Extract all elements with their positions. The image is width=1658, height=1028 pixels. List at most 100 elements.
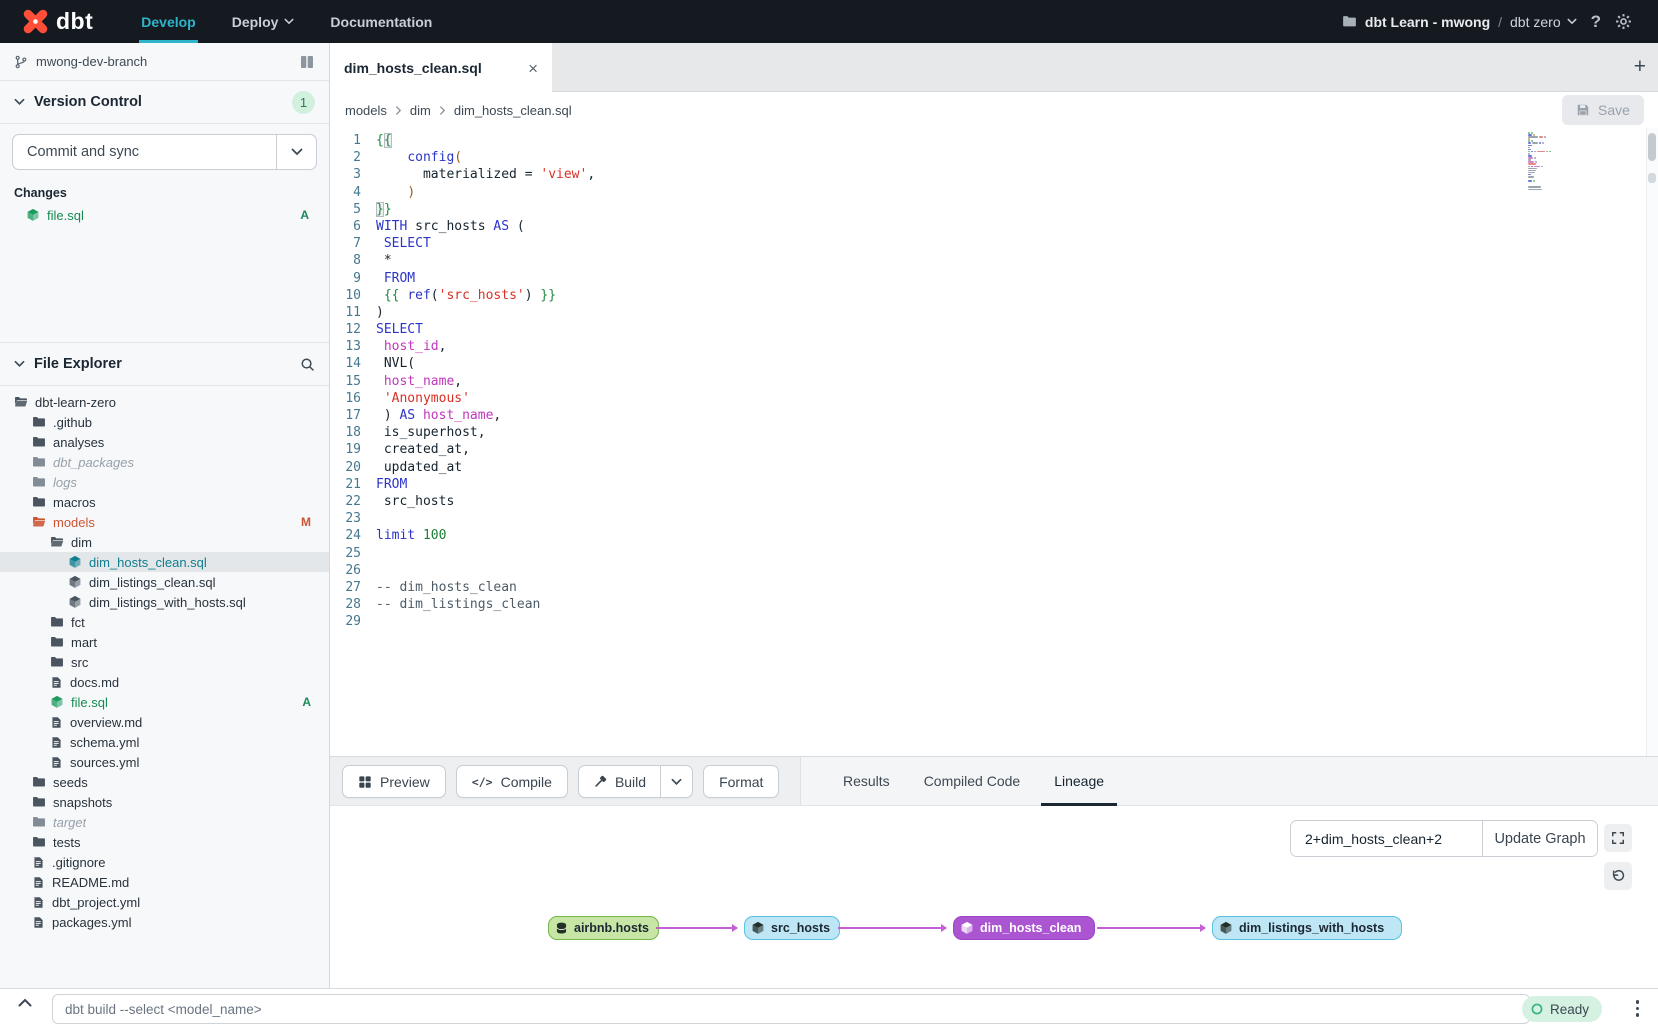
code-line-28[interactable]: 28-- dim_listings_clean: [330, 597, 1658, 614]
tree-item-fct[interactable]: fct: [0, 612, 329, 632]
code-line-6[interactable]: 6WITH src_hosts AS (: [330, 219, 1658, 236]
tree-item-logs[interactable]: logs: [0, 472, 329, 492]
code-line-10[interactable]: 10 {{ ref('src_hosts') }}: [330, 288, 1658, 305]
tree-item-dim-listings-with-hosts-sql[interactable]: dim_listings_with_hosts.sql: [0, 592, 329, 612]
file-explorer-header[interactable]: File Explorer: [0, 343, 329, 385]
gear-icon[interactable]: [1615, 13, 1632, 30]
minimap[interactable]: [1528, 132, 1558, 193]
code-line-7[interactable]: 7 SELECT: [330, 236, 1658, 253]
compile-button[interactable]: </> Compile: [456, 765, 568, 798]
close-icon[interactable]: ×: [528, 60, 538, 77]
code-line-21[interactable]: 21FROM: [330, 477, 1658, 494]
tab-dim-hosts-clean[interactable]: dim_hosts_clean.sql ×: [330, 43, 552, 93]
code-line-17[interactable]: 17 ) AS host_name,: [330, 408, 1658, 425]
help-button[interactable]: ?: [1591, 12, 1601, 32]
tree-item-src[interactable]: src: [0, 652, 329, 672]
version-control-header[interactable]: Version Control 1: [0, 81, 329, 123]
tree-item-overview-md[interactable]: overview.md: [0, 712, 329, 732]
code-line-9[interactable]: 9 FROM: [330, 271, 1658, 288]
tree-item-seeds[interactable]: seeds: [0, 772, 329, 792]
tree-item-readme-md[interactable]: README.md: [0, 872, 329, 892]
tree-item-models[interactable]: modelsM: [0, 512, 329, 532]
code-line-27[interactable]: 27-- dim_hosts_clean: [330, 580, 1658, 597]
code-line-24[interactable]: 24limit 100: [330, 528, 1658, 545]
tree-item--github[interactable]: .github: [0, 412, 329, 432]
new-tab-button[interactable]: +: [1634, 43, 1646, 91]
breadcrumb-models[interactable]: models: [345, 103, 387, 118]
tree-item--gitignore[interactable]: .gitignore: [0, 852, 329, 872]
project-switcher[interactable]: dbt Learn - mwong / dbt zero: [1342, 14, 1577, 30]
tree-item-tests[interactable]: tests: [0, 832, 329, 852]
commit-and-sync-button[interactable]: Commit and sync: [12, 134, 317, 170]
build-button[interactable]: Build: [579, 766, 660, 797]
tree-item-docs-md[interactable]: docs.md: [0, 672, 329, 692]
reset-view-button[interactable]: [1604, 862, 1632, 890]
tree-item-dim-listings-clean-sql[interactable]: dim_listings_clean.sql: [0, 572, 329, 592]
tab-compiled-code[interactable]: Compiled Code: [907, 757, 1038, 805]
code-line-19[interactable]: 19 created_at,: [330, 442, 1658, 459]
code-line-12[interactable]: 12SELECT: [330, 322, 1658, 339]
command-input[interactable]: [52, 994, 1530, 1024]
code-line-14[interactable]: 14 NVL(: [330, 356, 1658, 373]
code-line-15[interactable]: 15 host_name,: [330, 374, 1658, 391]
code-line-4[interactable]: 4 ): [330, 185, 1658, 202]
code-line-26[interactable]: 26: [330, 563, 1658, 580]
tree-item-dim-hosts-clean-sql[interactable]: dim_hosts_clean.sql: [0, 552, 329, 572]
code-editor[interactable]: 1{{2 config(3 materialized = 'view',4 )5…: [330, 128, 1658, 756]
menu-deploy[interactable]: Deploy: [214, 0, 313, 43]
search-icon[interactable]: [300, 357, 315, 372]
code-line-3[interactable]: 3 materialized = 'view',: [330, 167, 1658, 184]
code-line-16[interactable]: 16 'Anonymous': [330, 391, 1658, 408]
tree-item-macros[interactable]: macros: [0, 492, 329, 512]
preview-button[interactable]: Preview: [342, 765, 446, 798]
code-line-20[interactable]: 20 updated_at: [330, 460, 1658, 477]
code-line-1[interactable]: 1{{: [330, 133, 1658, 150]
fullscreen-button[interactable]: [1604, 824, 1632, 852]
tree-item-target[interactable]: target: [0, 812, 329, 832]
editor-scrollbar[interactable]: [1646, 128, 1658, 756]
lineage-selector-input[interactable]: [1291, 821, 1482, 856]
save-button[interactable]: Save: [1562, 95, 1644, 125]
code-line-18[interactable]: 18 is_superhost,: [330, 425, 1658, 442]
lineage-node-src-hosts[interactable]: src_hosts: [744, 916, 840, 940]
chevron-up-icon[interactable]: [18, 998, 32, 1007]
tree-item-snapshots[interactable]: snapshots: [0, 792, 329, 812]
tree-item-packages-yml[interactable]: packages.yml: [0, 912, 329, 932]
tree-item-analyses[interactable]: analyses: [0, 432, 329, 452]
kebab-menu-icon[interactable]: [1633, 997, 1643, 1020]
changed-file-row[interactable]: file.sql A: [0, 204, 329, 226]
lineage-node-dim-listings-with-hosts[interactable]: dim_listings_with_hosts: [1212, 916, 1402, 940]
lineage-node-dim-hosts-clean[interactable]: dim_hosts_clean: [953, 916, 1095, 940]
code-line-29[interactable]: 29: [330, 614, 1658, 631]
scrollbar-thumb[interactable]: [1648, 133, 1656, 161]
update-graph-button[interactable]: Update Graph: [1482, 821, 1597, 856]
tree-item-sources-yml[interactable]: sources.yml: [0, 752, 329, 772]
menu-documentation[interactable]: Documentation: [312, 0, 450, 43]
docs-book-icon[interactable]: [299, 54, 315, 70]
tree-item-dim[interactable]: dim: [0, 532, 329, 552]
menu-develop[interactable]: Develop: [123, 0, 213, 43]
branch-selector[interactable]: mwong-dev-branch: [0, 43, 329, 81]
code-line-2[interactable]: 2 config(: [330, 150, 1658, 167]
code-line-25[interactable]: 25: [330, 546, 1658, 563]
code-line-8[interactable]: 8 *: [330, 253, 1658, 270]
dbt-logo[interactable]: dbt: [0, 0, 123, 43]
code-line-5[interactable]: 5}}: [330, 202, 1658, 219]
tab-results[interactable]: Results: [826, 757, 907, 805]
build-options-caret[interactable]: [660, 766, 692, 797]
tree-item-dbt-project-yml[interactable]: dbt_project.yml: [0, 892, 329, 912]
breadcrumb-dim[interactable]: dim: [410, 103, 431, 118]
tab-lineage[interactable]: Lineage: [1037, 757, 1121, 805]
code-line-11[interactable]: 11): [330, 305, 1658, 322]
tree-item-schema-yml[interactable]: schema.yml: [0, 732, 329, 752]
code-line-22[interactable]: 22 src_hosts: [330, 494, 1658, 511]
tree-item-dbt-learn-zero[interactable]: dbt-learn-zero: [0, 392, 329, 412]
environment-name[interactable]: dbt zero: [1510, 14, 1577, 30]
tree-item-file-sql[interactable]: file.sqlA: [0, 692, 329, 712]
tree-item-dbt-packages[interactable]: dbt_packages: [0, 452, 329, 472]
breadcrumb-file[interactable]: dim_hosts_clean.sql: [454, 103, 572, 118]
code-line-13[interactable]: 13 host_id,: [330, 339, 1658, 356]
tree-item-mart[interactable]: mart: [0, 632, 329, 652]
commit-options-caret[interactable]: [276, 135, 316, 169]
lineage-node-airbnb-hosts[interactable]: airbnb.hosts: [548, 916, 659, 940]
